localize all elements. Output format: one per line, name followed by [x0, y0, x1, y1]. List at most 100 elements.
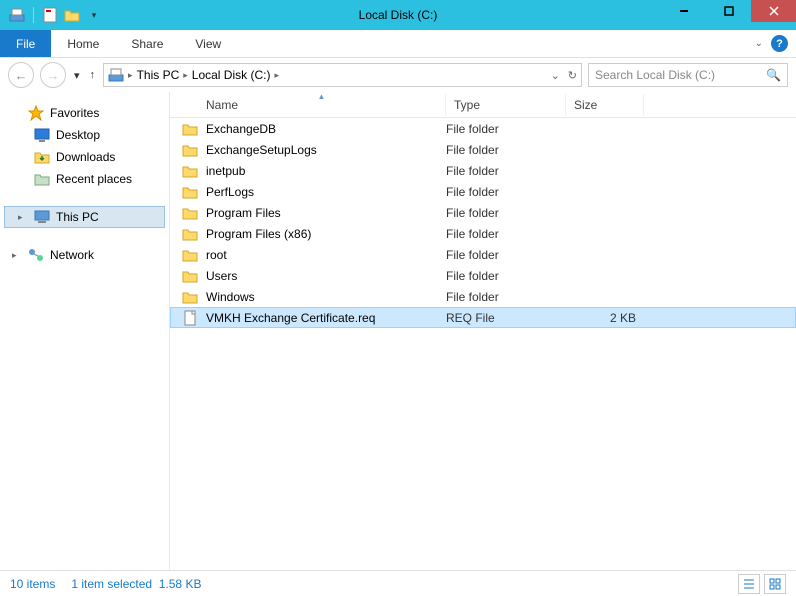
sidebar-item-label: Desktop	[56, 128, 100, 142]
file-type: File folder	[446, 122, 566, 136]
file-row[interactable]: VMKH Exchange Certificate.reqREQ File2 K…	[170, 307, 796, 328]
column-headers: ▲ Name Type Size	[170, 92, 796, 118]
file-type: File folder	[446, 290, 566, 304]
downloads-icon	[34, 149, 50, 165]
file-type: File folder	[446, 248, 566, 262]
folder-icon[interactable]	[63, 6, 81, 24]
sidebar-item-label: Network	[50, 248, 94, 262]
column-header-size[interactable]: Size	[566, 94, 644, 116]
window-title: Local Disk (C:)	[359, 8, 438, 22]
sidebar-item-downloads[interactable]: Downloads	[4, 146, 165, 168]
thispc-group: ▸ This PC	[4, 206, 165, 228]
network-icon	[28, 247, 44, 263]
file-name: root	[206, 248, 446, 262]
search-placeholder: Search Local Disk (C:)	[595, 68, 715, 82]
ribbon-tabs: File Home Share View ⌄ ?	[0, 30, 796, 58]
file-name: PerfLogs	[206, 185, 446, 199]
up-button[interactable]: ↑	[88, 69, 98, 81]
file-list[interactable]: ExchangeDBFile folderExchangeSetupLogsFi…	[170, 118, 796, 570]
sidebar-item-thispc[interactable]: ▸ This PC	[4, 206, 165, 228]
star-icon	[28, 105, 44, 121]
drive-icon	[8, 6, 26, 24]
close-button[interactable]	[751, 0, 796, 22]
tab-view[interactable]: View	[179, 32, 237, 56]
titlebar: ▾ Local Disk (C:)	[0, 0, 796, 30]
file-row[interactable]: ExchangeSetupLogsFile folder	[170, 139, 796, 160]
file-name: Users	[206, 269, 446, 283]
file-type: File folder	[446, 227, 566, 241]
address-dropdown-icon[interactable]: ⌄	[551, 69, 560, 82]
sidebar-item-desktop[interactable]: Desktop	[4, 124, 165, 146]
folder-icon	[182, 121, 198, 137]
back-button[interactable]: ←	[8, 62, 34, 88]
recent-icon	[34, 171, 50, 187]
tab-share[interactable]: Share	[115, 32, 179, 56]
status-bar: 10 items 1 item selected 1.58 KB	[0, 570, 796, 596]
help-icon[interactable]: ?	[771, 35, 788, 52]
folder-icon	[182, 268, 198, 284]
expand-icon[interactable]: ▸	[12, 250, 22, 261]
favorites-root[interactable]: Favorites	[4, 102, 165, 124]
chevron-down-icon[interactable]: ⌄	[755, 38, 763, 49]
crumb-sep-icon[interactable]: ▸	[128, 70, 133, 81]
navigation-pane: Favorites Desktop Downloads	[0, 92, 170, 570]
navigation-bar: ← → ▾ ↑ ▸ This PC ▸ Local Disk (C:) ▸ ⌄ …	[0, 58, 796, 92]
sidebar-item-label: This PC	[56, 210, 99, 224]
drive-icon	[108, 67, 124, 83]
file-row[interactable]: ExchangeDBFile folder	[170, 118, 796, 139]
column-header-name[interactable]: ▲ Name	[198, 94, 446, 116]
breadcrumb[interactable]: This PC	[137, 68, 180, 82]
refresh-icon[interactable]: ↻	[568, 69, 577, 82]
column-header-type[interactable]: Type	[446, 94, 566, 116]
file-name: Windows	[206, 290, 446, 304]
file-row[interactable]: inetpubFile folder	[170, 160, 796, 181]
file-type: File folder	[446, 206, 566, 220]
sidebar-item-label: Recent places	[56, 172, 132, 186]
qat-dropdown-icon[interactable]: ▾	[85, 6, 103, 24]
file-row[interactable]: Program FilesFile folder	[170, 202, 796, 223]
file-name: ExchangeSetupLogs	[206, 143, 446, 157]
status-selection: 1 item selected 1.58 KB	[71, 577, 201, 591]
file-row[interactable]: PerfLogsFile folder	[170, 181, 796, 202]
crumb-sep-icon[interactable]: ▸	[274, 70, 279, 81]
file-type: File folder	[446, 185, 566, 199]
maximize-button[interactable]	[706, 0, 751, 22]
file-name: VMKH Exchange Certificate.req	[206, 311, 446, 325]
file-row[interactable]: WindowsFile folder	[170, 286, 796, 307]
history-dropdown-icon[interactable]: ▾	[72, 69, 82, 82]
properties-icon[interactable]	[41, 6, 59, 24]
folder-icon	[182, 142, 198, 158]
tab-home[interactable]: Home	[51, 32, 115, 56]
search-icon[interactable]: 🔍	[766, 68, 781, 82]
thumbnails-view-button[interactable]	[764, 574, 786, 594]
pc-icon	[34, 209, 50, 225]
sidebar-item-network[interactable]: ▸ Network	[4, 244, 165, 266]
main-area: Favorites Desktop Downloads	[0, 92, 796, 570]
window-controls	[661, 0, 796, 22]
favorites-group: Favorites Desktop Downloads	[4, 102, 165, 190]
forward-button[interactable]: →	[40, 62, 66, 88]
minimize-button[interactable]	[661, 0, 706, 22]
details-view-button[interactable]	[738, 574, 760, 594]
file-row[interactable]: rootFile folder	[170, 244, 796, 265]
folder-icon	[182, 226, 198, 242]
address-bar[interactable]: ▸ This PC ▸ Local Disk (C:) ▸ ⌄ ↻	[103, 63, 582, 87]
file-tab[interactable]: File	[0, 30, 51, 57]
status-count: 10 items	[10, 577, 55, 591]
crumb-sep-icon[interactable]: ▸	[183, 70, 188, 81]
file-icon	[182, 310, 198, 326]
file-size: 2 KB	[566, 311, 644, 325]
sidebar-item-recent[interactable]: Recent places	[4, 168, 165, 190]
qat-separator	[33, 7, 34, 23]
breadcrumb[interactable]: Local Disk (C:)	[192, 68, 271, 82]
file-row[interactable]: Program Files (x86)File folder	[170, 223, 796, 244]
file-pane: ▲ Name Type Size ExchangeDBFile folderEx…	[170, 92, 796, 570]
file-row[interactable]: UsersFile folder	[170, 265, 796, 286]
sort-ascending-icon: ▲	[318, 92, 326, 101]
file-type: REQ File	[446, 311, 566, 325]
search-input[interactable]: Search Local Disk (C:) 🔍	[588, 63, 788, 87]
favorites-label: Favorites	[50, 106, 99, 120]
expand-icon[interactable]: ▸	[18, 212, 28, 223]
network-group: ▸ Network	[4, 244, 165, 266]
file-name: Program Files (x86)	[206, 227, 446, 241]
